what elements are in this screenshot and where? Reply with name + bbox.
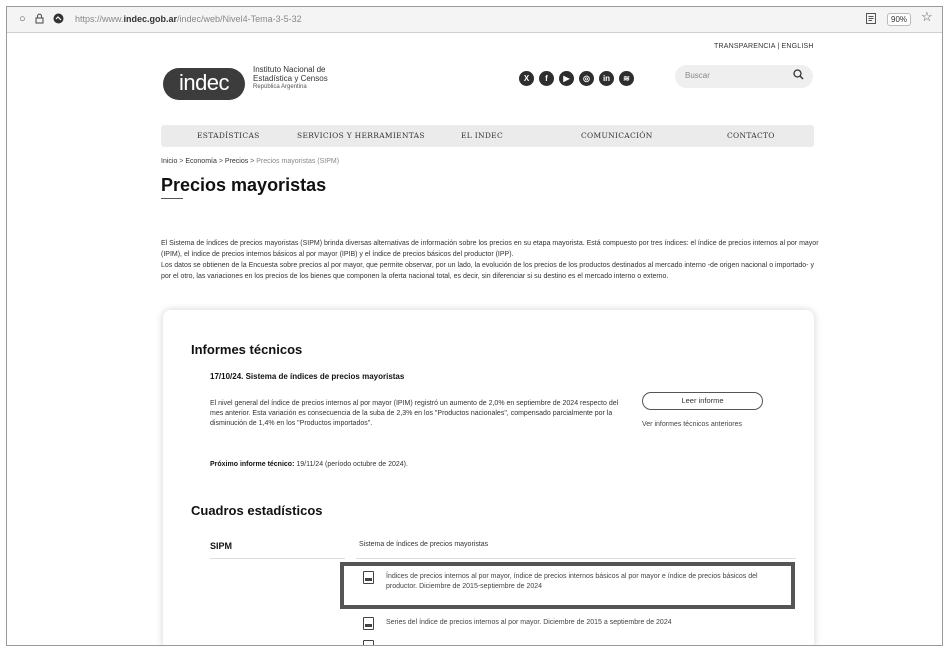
search-input[interactable]: Buscar: [685, 71, 710, 80]
url-prefix: https://www.: [75, 14, 124, 24]
nav-item-el-indec[interactable]: EL INDEC: [461, 131, 503, 140]
nav-item-contacto[interactable]: CONTACTO: [727, 131, 775, 140]
facebook-icon[interactable]: f: [539, 71, 554, 86]
top-links[interactable]: TRANSPARENCIA | ENGLISH: [714, 43, 814, 50]
intro-text: El Sistema de índices de precios mayoris…: [161, 238, 821, 282]
site-info-icon[interactable]: [53, 13, 64, 27]
xls-file-icon[interactable]: [363, 617, 374, 630]
instagram-icon[interactable]: ◎: [579, 71, 594, 86]
org-name-line2: Estadística y Censos: [253, 74, 328, 83]
circle-icon: ○: [19, 13, 26, 25]
report-summary: El nivel general del índice de precios i…: [210, 400, 619, 427]
nav-item-comunicacion[interactable]: COMUNICACIÓN: [581, 131, 653, 140]
title-underline: [161, 198, 183, 199]
intro-paragraph-2: Los datos se obtienen de la Encuesta sob…: [161, 262, 814, 280]
intro-paragraph-1: El Sistema de índices de precios mayoris…: [161, 240, 819, 258]
highlight-box: [340, 562, 795, 609]
main-nav: ESTADÍSTICAS SERVICIOS Y HERRAMIENTAS EL…: [161, 125, 814, 147]
read-report-button[interactable]: Leer informe: [642, 392, 763, 410]
breadcrumb-precios[interactable]: Precios: [225, 158, 248, 165]
org-name: Instituto Nacional de Estadística y Cens…: [253, 65, 328, 92]
org-name-line1: Instituto Nacional de: [253, 65, 326, 74]
file-link-series-ipim[interactable]: Series del índice de precios internos al…: [386, 618, 771, 628]
nav-item-estadisticas[interactable]: ESTADÍSTICAS: [197, 131, 260, 140]
nav-item-servicios[interactable]: SERVICIOS Y HERRAMIENTAS: [297, 131, 425, 140]
report-title: 17/10/24. Sistema de índices de precios …: [210, 372, 405, 381]
bookmark-star-icon[interactable]: ☆: [921, 10, 933, 23]
breadcrumb-sep: >: [179, 158, 184, 165]
previous-reports-link[interactable]: Ver informes técnicos anteriores: [642, 421, 742, 428]
search-icon[interactable]: [793, 69, 804, 83]
sipm-label: SIPM: [210, 541, 233, 551]
informes-heading: Informes técnicos: [191, 342, 303, 357]
url-path: /indec/web/Nivel4-Tema-3-5-32: [177, 14, 302, 24]
breadcrumb-current: Precios mayoristas (SIPM): [256, 158, 340, 165]
org-name-line3: República Argentina: [253, 84, 307, 90]
address-bar[interactable]: https://www.indec.gob.ar/indec/web/Nivel…: [75, 14, 302, 24]
breadcrumb-sep: >: [218, 158, 223, 165]
linkedin-icon[interactable]: in: [599, 71, 614, 86]
browser-window: ○ https://www.indec.gob.ar/indec/web/Niv…: [6, 6, 943, 646]
next-report-date: 19/11/24 (período octubre de 2024).: [296, 461, 408, 468]
search-box[interactable]: Buscar: [675, 65, 813, 88]
next-report: Próximo informe técnico: 19/11/24 (perío…: [210, 461, 408, 468]
indec-logo[interactable]: indec: [163, 68, 245, 100]
xls-file-icon[interactable]: [363, 640, 374, 645]
zoom-level[interactable]: 90%: [887, 13, 912, 26]
page-title: Precios mayoristas: [161, 175, 327, 195]
row-divider: [210, 558, 345, 559]
x-icon[interactable]: X: [519, 71, 534, 86]
url-domain: indec.gob.ar: [123, 14, 178, 24]
reader-view-icon[interactable]: [866, 13, 876, 27]
row-divider: [356, 558, 796, 559]
cuadros-heading: Cuadros estadísticos: [191, 503, 323, 518]
youtube-icon[interactable]: ▶: [559, 71, 574, 86]
breadcrumb-economia[interactable]: Economía: [185, 158, 217, 165]
lock-icon[interactable]: [35, 13, 44, 27]
next-report-label: Próximo informe técnico:: [210, 461, 295, 468]
sipm-description: Sistema de índices de precios mayoristas: [359, 541, 489, 548]
breadcrumb-inicio[interactable]: Inicio: [161, 158, 177, 165]
spotify-icon[interactable]: ≋: [619, 71, 634, 86]
breadcrumb: Inicio > Economía > Precios > Precios ma…: [161, 158, 339, 165]
browser-toolbar: ○ https://www.indec.gob.ar/indec/web/Niv…: [7, 7, 942, 33]
breadcrumb-sep: >: [250, 158, 255, 165]
